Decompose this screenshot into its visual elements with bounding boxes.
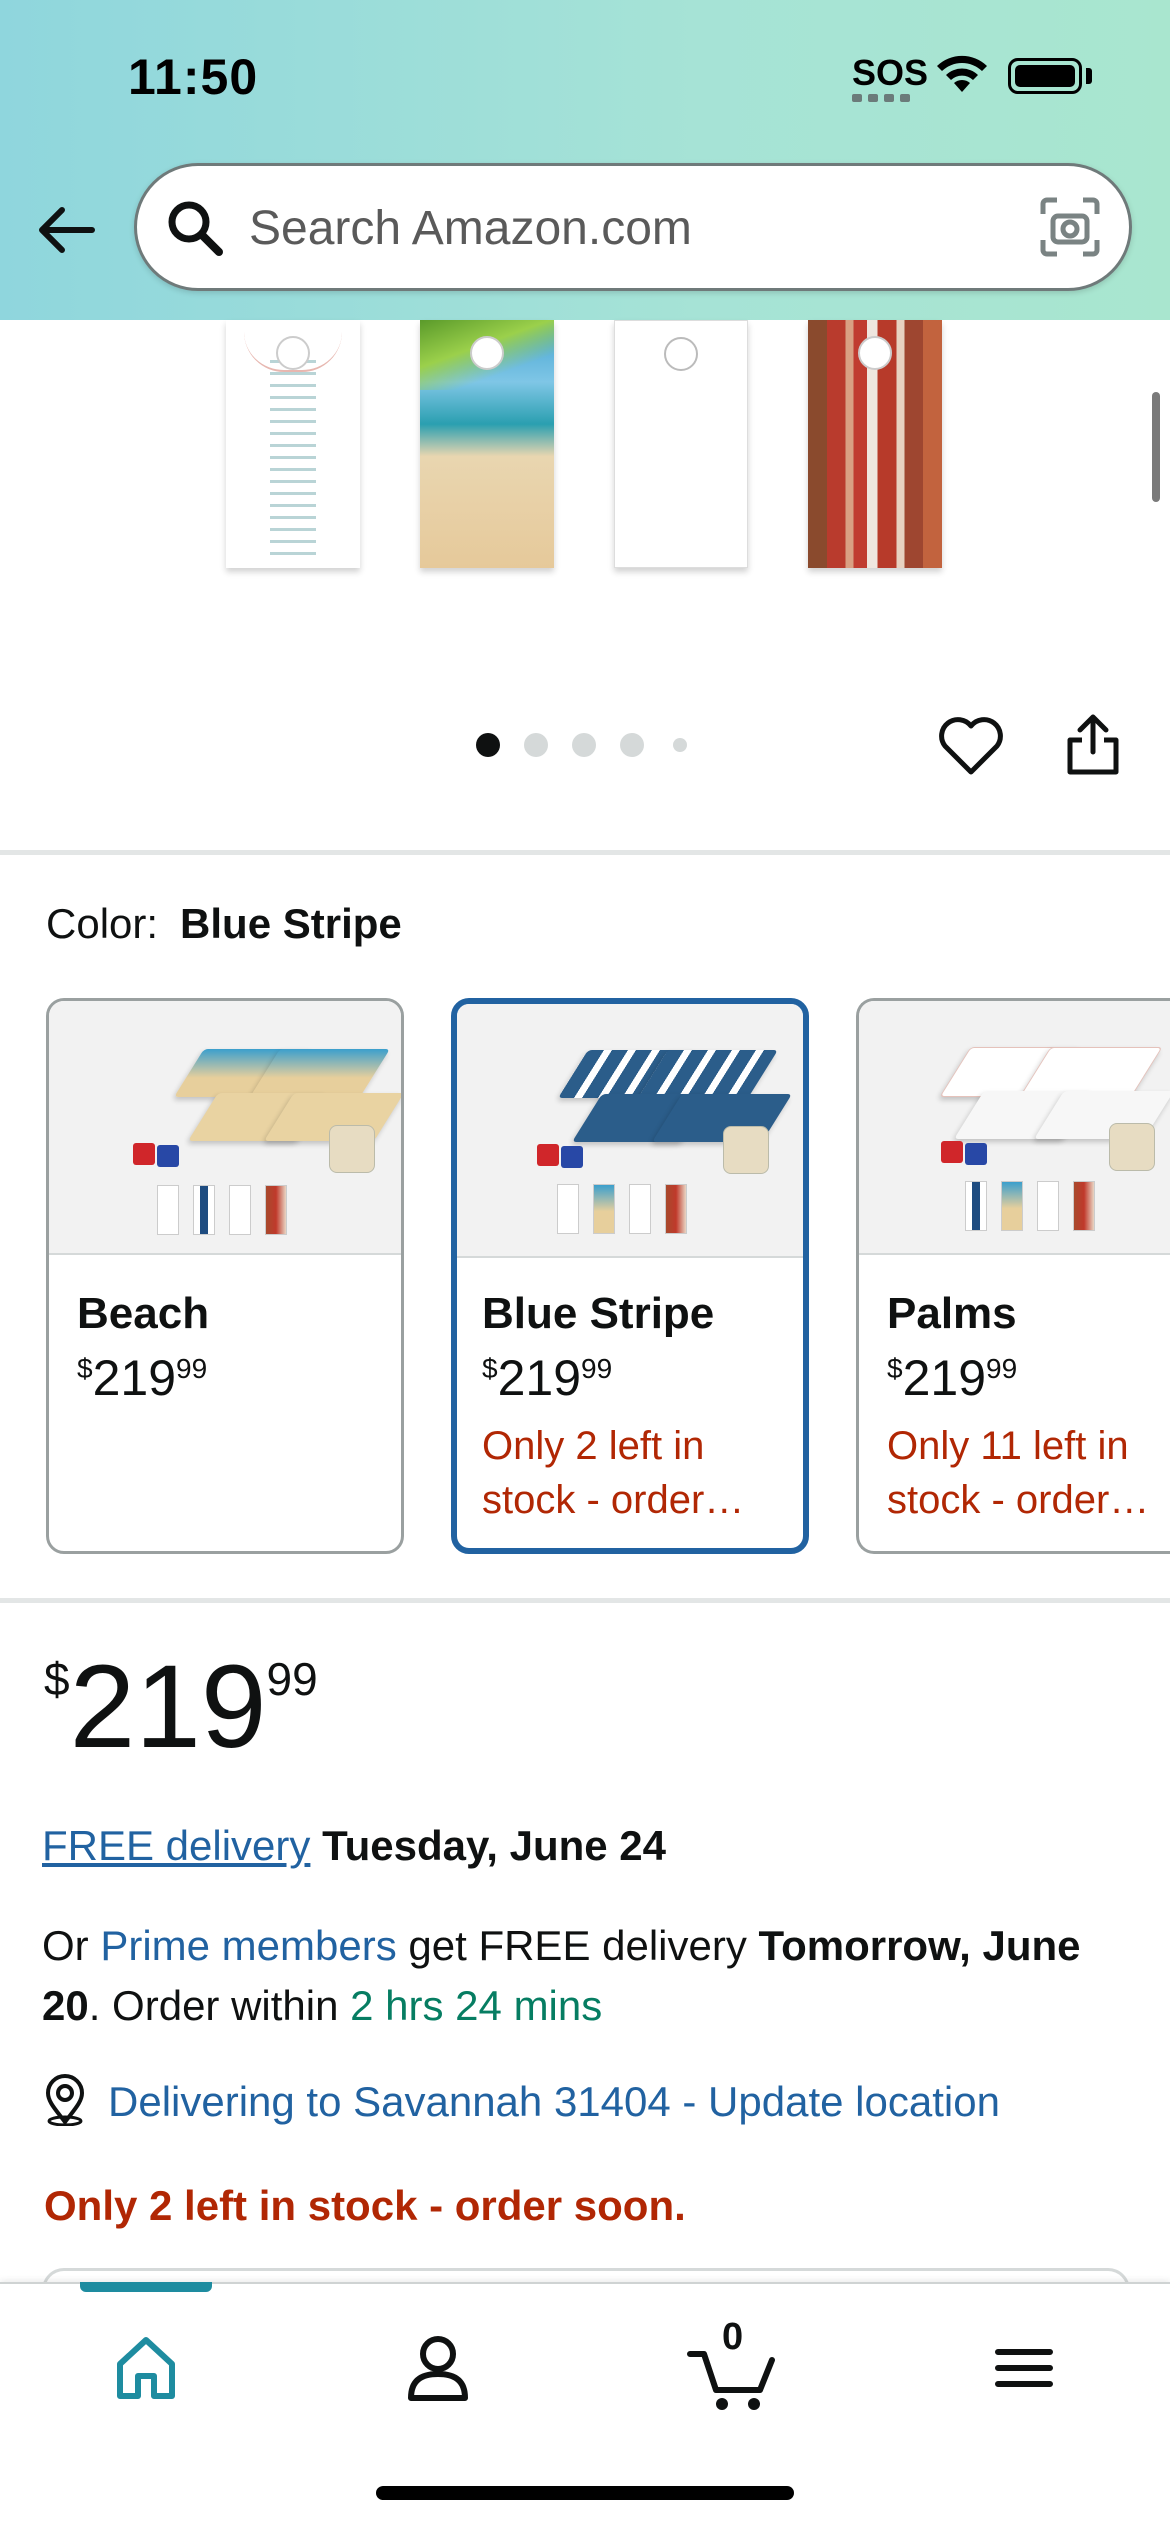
color-option-name: Blue Stripe <box>482 1289 715 1338</box>
wifi-icon <box>934 52 990 101</box>
location-pin-icon <box>42 2074 88 2131</box>
selected-color: Blue Stripe <box>180 900 402 947</box>
product-price: $21999 <box>44 1648 318 1766</box>
sos-signal-dots <box>852 94 910 102</box>
nav-active-indicator <box>80 2282 212 2292</box>
back-arrow-icon <box>39 207 95 253</box>
share-icon[interactable] <box>1064 712 1122 783</box>
home-icon <box>117 2337 175 2399</box>
home-indicator <box>376 2486 794 2500</box>
battery-icon <box>1008 58 1082 94</box>
color-option-blue-stripe[interactable]: Blue Stripe $21999 Only 2 left in stock … <box>451 998 809 1554</box>
prime-middle-text: get FREE delivery <box>408 1922 747 1969</box>
prime-members-link[interactable]: Prime members <box>100 1922 396 1969</box>
scroll-indicator <box>1152 392 1160 502</box>
color-option-name: Beach <box>77 1289 210 1338</box>
color-option-beach[interactable]: Beach $21999 <box>46 998 404 1554</box>
color-option-price: $21999 <box>482 1349 612 1407</box>
nav-account[interactable] <box>378 2316 498 2416</box>
search-icon[interactable] <box>165 198 225 263</box>
product-image-white[interactable] <box>614 320 748 568</box>
free-delivery-link[interactable]: FREE delivery <box>42 1822 310 1869</box>
price-whole: 219 <box>497 1350 582 1406</box>
camera-icon[interactable] <box>1039 196 1101 263</box>
color-option-stock: Only 11 left in stock - order… <box>887 1424 1150 1522</box>
section-divider <box>0 1598 1170 1603</box>
stock-message: Only 2 left in stock - order soon. <box>44 2182 686 2229</box>
carousel-dot[interactable] <box>476 733 500 757</box>
color-option-price: $21999 <box>77 1349 207 1407</box>
search-input[interactable] <box>247 166 1031 290</box>
carousel-dot[interactable] <box>673 738 687 752</box>
carousel-dot[interactable] <box>572 733 596 757</box>
price-cents: 99 <box>176 1353 208 1384</box>
status-time: 11:50 <box>128 49 259 105</box>
color-option-price: $21999 <box>887 1349 1017 1407</box>
account-icon <box>408 2336 468 2401</box>
price-cents: 99 <box>581 1353 613 1384</box>
order-within-label: . Order within <box>88 1982 339 2029</box>
battery-cap <box>1086 68 1092 84</box>
order-countdown: 2 hrs 24 mins <box>350 1982 603 2029</box>
color-label-text: Color: <box>46 900 159 947</box>
price-cents: 99 <box>266 1653 318 1705</box>
search-bar[interactable] <box>134 163 1132 291</box>
color-option-stock: Only 2 left in stock - order… <box>482 1424 745 1522</box>
nav-home[interactable] <box>86 2316 206 2416</box>
sos-indicator: SOS <box>852 52 929 93</box>
back-button[interactable] <box>34 198 98 262</box>
price-whole: 219 <box>92 1350 177 1406</box>
carousel-dot[interactable] <box>524 733 548 757</box>
color-option-name: Palms <box>887 1289 1017 1338</box>
heart-icon[interactable] <box>936 714 1006 783</box>
product-image-beach[interactable] <box>420 320 554 568</box>
color-option-image <box>49 1001 401 1255</box>
color-label: Color: Blue Stripe <box>46 900 402 948</box>
currency-symbol: $ <box>482 1353 498 1384</box>
price-whole: 219 <box>902 1350 987 1406</box>
color-option-palms[interactable]: Palms $21999 Only 11 left in stock - ord… <box>856 998 1170 1554</box>
delivery-date: Tuesday, June 24 <box>322 1822 666 1869</box>
delivery-location-link[interactable]: Delivering to Savannah 31404 - Update lo… <box>108 2078 1000 2126</box>
carousel-dot[interactable] <box>620 733 644 757</box>
price-cents: 99 <box>986 1353 1018 1384</box>
currency-symbol: $ <box>44 1653 70 1705</box>
menu-icon <box>995 2349 1053 2387</box>
prime-delivery-info: Or Prime members get FREE delivery Tomor… <box>42 1916 1122 2036</box>
nav-menu[interactable] <box>964 2316 1084 2416</box>
product-image-red-stripe[interactable] <box>808 320 942 568</box>
currency-symbol: $ <box>887 1353 903 1384</box>
header: 11:50 SOS <box>0 0 1170 320</box>
color-option-image <box>859 1001 1170 1255</box>
cart-count: 0 <box>722 2316 744 2358</box>
product-image-palms[interactable] <box>226 320 360 568</box>
section-divider <box>0 850 1170 855</box>
price-whole: 219 <box>69 1641 267 1773</box>
currency-symbol: $ <box>77 1353 93 1384</box>
delivery-info: FREE delivery Tuesday, June 24 <box>42 1822 666 1870</box>
prime-prefix: Or <box>42 1922 89 1969</box>
color-option-image <box>457 1004 803 1258</box>
